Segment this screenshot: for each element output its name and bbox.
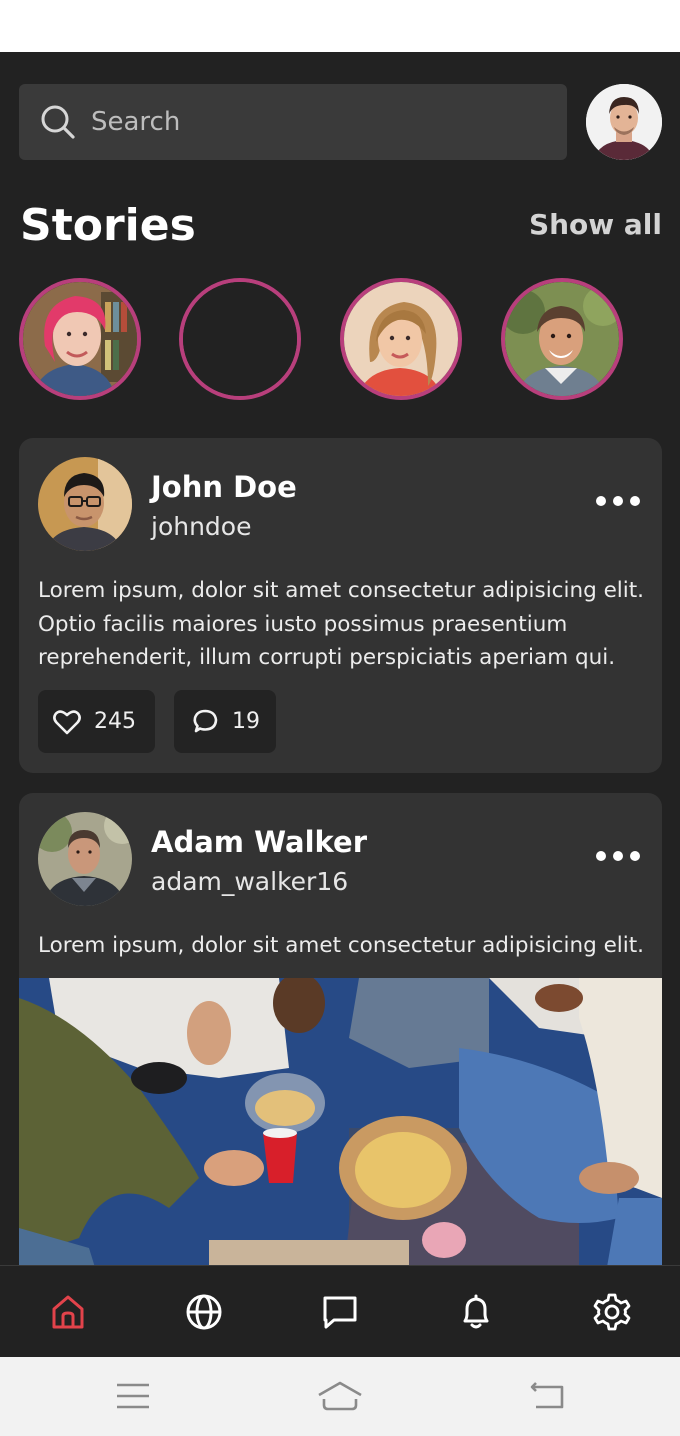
- profile-avatar[interactable]: [586, 84, 662, 160]
- status-bar: [0, 0, 680, 52]
- story-avatar-1[interactable]: [19, 278, 141, 400]
- post-author-handle: johndoe: [151, 512, 252, 541]
- comment-button[interactable]: 19: [174, 690, 276, 753]
- post-author-name[interactable]: Adam Walker: [151, 825, 367, 859]
- story-avatar-2[interactable]: [179, 278, 301, 400]
- system-navigation-bar: [0, 1357, 680, 1436]
- comment-count: 19: [232, 709, 260, 734]
- stories-title: Stories: [20, 200, 196, 251]
- globe-icon: [186, 1294, 222, 1330]
- nav-notifications[interactable]: [456, 1292, 496, 1332]
- system-back-button[interactable]: [528, 1379, 568, 1413]
- nav-messages[interactable]: [320, 1292, 360, 1332]
- app-screen: Search Stories Show all John Doe johndoe…: [0, 52, 680, 1265]
- bell-icon: [463, 1294, 489, 1329]
- system-menu-button[interactable]: [113, 1379, 153, 1413]
- search-input[interactable]: Search: [91, 107, 180, 137]
- show-all-link[interactable]: Show all: [529, 208, 662, 241]
- post-author-avatar[interactable]: [38, 812, 132, 906]
- post-author-avatar[interactable]: [38, 457, 132, 551]
- menu-icon: [117, 1383, 149, 1409]
- home-icon: [52, 1295, 84, 1329]
- chat-icon: [323, 1296, 357, 1329]
- post-image[interactable]: [19, 978, 662, 1265]
- story-avatar-3[interactable]: [340, 278, 462, 400]
- post-card: John Doe johndoe Lorem ipsum, dolor sit …: [19, 438, 662, 773]
- gear-icon: [593, 1293, 631, 1331]
- post-text: Lorem ipsum, dolor sit amet consectetur …: [38, 578, 645, 670]
- like-button[interactable]: 245: [38, 690, 155, 753]
- more-options-icon[interactable]: [596, 496, 640, 506]
- home-icon: [318, 1381, 362, 1411]
- post-text: Lorem ipsum, dolor sit amet consectetur …: [38, 933, 645, 958]
- heart-icon: [53, 709, 81, 734]
- bottom-navigation: [0, 1265, 680, 1357]
- comment-icon: [193, 709, 218, 732]
- search-icon: [41, 105, 75, 139]
- post-author-name[interactable]: John Doe: [151, 470, 297, 504]
- nav-settings[interactable]: [592, 1292, 632, 1332]
- post-card: Adam Walker adam_walker16 Lorem ipsum, d…: [19, 793, 662, 1265]
- story-avatar-4[interactable]: [501, 278, 623, 400]
- post-author-handle: adam_walker16: [151, 867, 349, 896]
- like-count: 245: [94, 709, 136, 734]
- nav-home[interactable]: [48, 1292, 88, 1332]
- system-home-button[interactable]: [316, 1379, 364, 1413]
- more-options-icon[interactable]: [596, 851, 640, 861]
- back-icon: [530, 1382, 564, 1409]
- nav-explore[interactable]: [184, 1292, 224, 1332]
- search-bar[interactable]: Search: [19, 84, 567, 160]
